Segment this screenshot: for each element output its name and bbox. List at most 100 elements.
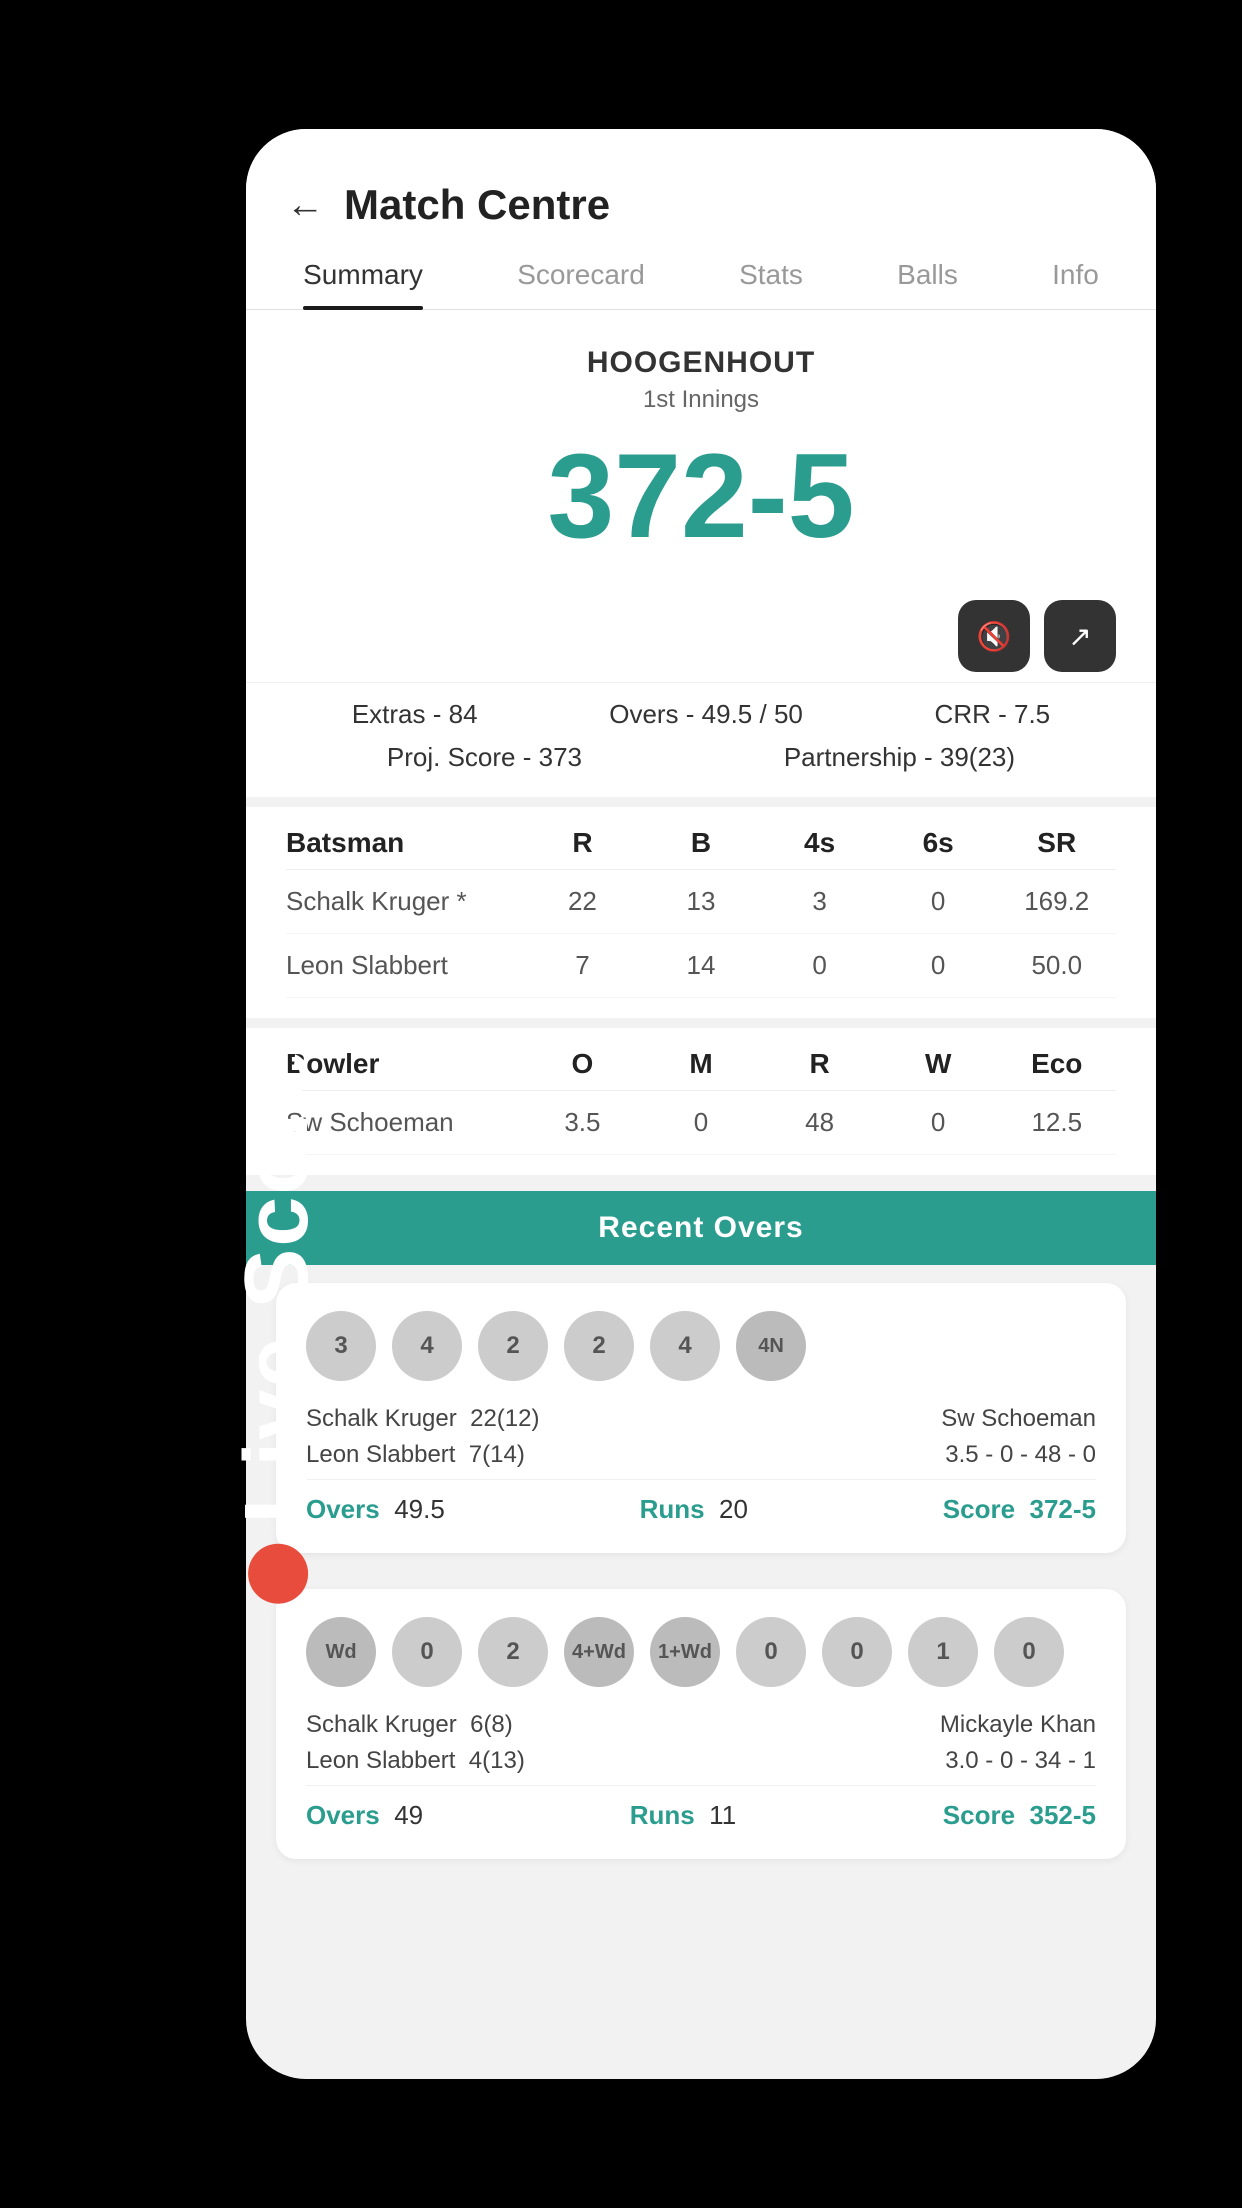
main-score: 372-5 <box>286 430 1116 562</box>
players-1: Schalk Kruger 22(12) Leon Slabbert 7(14) <box>306 1405 539 1469</box>
recent-overs-title: Recent Overs <box>598 1211 803 1244</box>
crr-label: CRR - 7.5 <box>935 699 1051 730</box>
w-col-header: W <box>879 1048 998 1080</box>
tab-bar: Summary Scorecard Stats Balls Info <box>246 229 1156 310</box>
over1-bowler: Sw Schoeman <box>941 1405 1096 1433</box>
batsman-row-1: Schalk Kruger * 22 13 3 0 169.2 <box>286 870 1116 934</box>
over2-bowler: Mickayle Khan <box>940 1711 1096 1739</box>
back-button[interactable]: ← <box>286 184 324 227</box>
over2-overs: Overs 49 <box>306 1800 423 1831</box>
ball-2-9: 0 <box>994 1617 1064 1687</box>
share-icon: ↗ <box>1068 620 1091 653</box>
ball-1-5: 4 <box>650 1311 720 1381</box>
b-col-header: B <box>642 827 761 859</box>
players-2: Schalk Kruger 6(8) Leon Slabbert 4(13) <box>306 1711 525 1775</box>
bowler-1-w: 0 <box>879 1107 998 1138</box>
sixes-col-header: 6s <box>879 827 998 859</box>
over2-score: Score 352-5 <box>943 1800 1096 1831</box>
ball-2-1: Wd <box>306 1617 376 1687</box>
bowler-1-eco: 12.5 <box>997 1107 1116 1138</box>
over1-score: Score 372-5 <box>943 1494 1096 1525</box>
bowler-info-2: Mickayle Khan 3.0 - 0 - 34 - 1 <box>940 1711 1096 1775</box>
over2-runs: Runs 11 <box>630 1800 736 1831</box>
proj-score-label: Proj. Score - 373 <box>387 742 582 773</box>
o-col-header: O <box>523 1048 642 1080</box>
batsman-2-sr: 50.0 <box>997 950 1116 981</box>
phone-card: ← Match Centre Summary Scorecard Stats B… <box>246 129 1156 2079</box>
ball-2-8: 1 <box>908 1617 978 1687</box>
bowlers-table: Bowler O M R W Eco Sw Schoeman 3.5 0 48 … <box>246 1028 1156 1175</box>
tab-scorecard[interactable]: Scorecard <box>517 259 645 309</box>
ball-2-3: 2 <box>478 1617 548 1687</box>
live-dot <box>248 1544 308 1604</box>
bowler-info-1: Sw Schoeman 3.5 - 0 - 48 - 0 <box>941 1405 1096 1469</box>
innings-label: 1st Innings <box>286 386 1116 414</box>
over1-batsman2: Leon Slabbert 7(14) <box>306 1441 539 1469</box>
overs-label: Overs - 49.5 / 50 <box>609 699 803 730</box>
ball-2-2: 0 <box>392 1617 462 1687</box>
sr-col-header: SR <box>997 827 1116 859</box>
over-summary-1: Overs 49.5 Runs 20 Score 372-5 <box>306 1479 1096 1525</box>
info-row-2: Proj. Score - 373 Partnership - 39(23) <box>286 742 1116 773</box>
info-row-1: Extras - 84 Overs - 49.5 / 50 CRR - 7.5 <box>286 699 1116 730</box>
tab-balls[interactable]: Balls <box>897 259 958 309</box>
extras-label: Extras - 84 <box>352 699 478 730</box>
batsman-2-name: Leon Slabbert <box>286 950 523 981</box>
tab-info[interactable]: Info <box>1052 259 1099 309</box>
bowler-1-r: 48 <box>760 1107 879 1138</box>
over2-batsman1: Schalk Kruger 6(8) <box>306 1711 525 1739</box>
share-button[interactable]: ↗ <box>1044 600 1116 672</box>
mute-icon: 🔇 <box>977 620 1012 653</box>
balls-row-2: Wd 0 2 4+Wd 1+Wd 0 0 1 0 <box>306 1617 1096 1687</box>
batsman-1-sr: 169.2 <box>997 886 1116 917</box>
r-col-header: R <box>523 827 642 859</box>
batsman-2-sixes: 0 <box>879 950 998 981</box>
live-label-text: Live Score <box>226 1048 329 1523</box>
eco-col-header: Eco <box>997 1048 1116 1080</box>
over-card-1: 3 4 2 2 4 4N Schalk Kruger 22(12) Leon S… <box>276 1283 1126 1553</box>
over-summary-2: Overs 49 Runs 11 Score 352-5 <box>306 1785 1096 1831</box>
ball-2-7: 0 <box>822 1617 892 1687</box>
batsman-1-name: Schalk Kruger * <box>286 886 523 917</box>
tab-stats[interactable]: Stats <box>739 259 803 309</box>
fours-col-header: 4s <box>760 827 879 859</box>
mute-button[interactable]: 🔇 <box>958 600 1030 672</box>
batsman-2-r: 7 <box>523 950 642 981</box>
batsman-col-header: Batsman <box>286 827 523 859</box>
ball-1-4: 2 <box>564 1311 634 1381</box>
live-score-label: Live Score <box>226 1048 329 1603</box>
over1-batsman1: Schalk Kruger 22(12) <box>306 1405 539 1433</box>
match-info: Extras - 84 Overs - 49.5 / 50 CRR - 7.5 … <box>246 682 1156 797</box>
over2-batsman2: Leon Slabbert 4(13) <box>306 1747 525 1775</box>
r-col-header-b: R <box>760 1048 879 1080</box>
partnership-label: Partnership - 39(23) <box>784 742 1015 773</box>
ball-1-2: 4 <box>392 1311 462 1381</box>
tab-summary[interactable]: Summary <box>303 259 423 309</box>
ball-1-6: 4N <box>736 1311 806 1381</box>
over1-bowler-figures: 3.5 - 0 - 48 - 0 <box>945 1441 1096 1469</box>
bowlers-header: Bowler O M R W Eco <box>286 1038 1116 1091</box>
ball-1-3: 2 <box>478 1311 548 1381</box>
bowler-1-o: 3.5 <box>523 1107 642 1138</box>
batsman-row-2: Leon Slabbert 7 14 0 0 50.0 <box>286 934 1116 998</box>
bowler-1-m: 0 <box>642 1107 761 1138</box>
batsmen-table: Batsman R B 4s 6s SR Schalk Kruger * 22 … <box>246 807 1156 1018</box>
batsmen-header: Batsman R B 4s 6s SR <box>286 817 1116 870</box>
m-col-header: M <box>642 1048 761 1080</box>
batsman-1-b: 13 <box>642 886 761 917</box>
page-title: Match Centre <box>344 181 610 229</box>
batsman-1-sixes: 0 <box>879 886 998 917</box>
header: ← Match Centre <box>246 129 1156 229</box>
team-name: HOOGENHOUT <box>286 346 1116 380</box>
over1-runs: Runs 20 <box>640 1494 748 1525</box>
ball-2-5: 1+Wd <box>650 1617 720 1687</box>
batsman-1-fours: 3 <box>760 886 879 917</box>
batsman-1-r: 22 <box>523 886 642 917</box>
over2-bowler-figures: 3.0 - 0 - 34 - 1 <box>945 1747 1096 1775</box>
action-buttons: 🔇 ↗ <box>246 600 1156 682</box>
batsman-2-fours: 0 <box>760 950 879 981</box>
bowler-row-1: Sw Schoeman 3.5 0 48 0 12.5 <box>286 1091 1116 1155</box>
recent-overs-banner: Recent Overs <box>246 1191 1156 1265</box>
over-card-2: Wd 0 2 4+Wd 1+Wd 0 0 1 0 Schalk Kruger 6… <box>276 1589 1126 1859</box>
ball-2-6: 0 <box>736 1617 806 1687</box>
